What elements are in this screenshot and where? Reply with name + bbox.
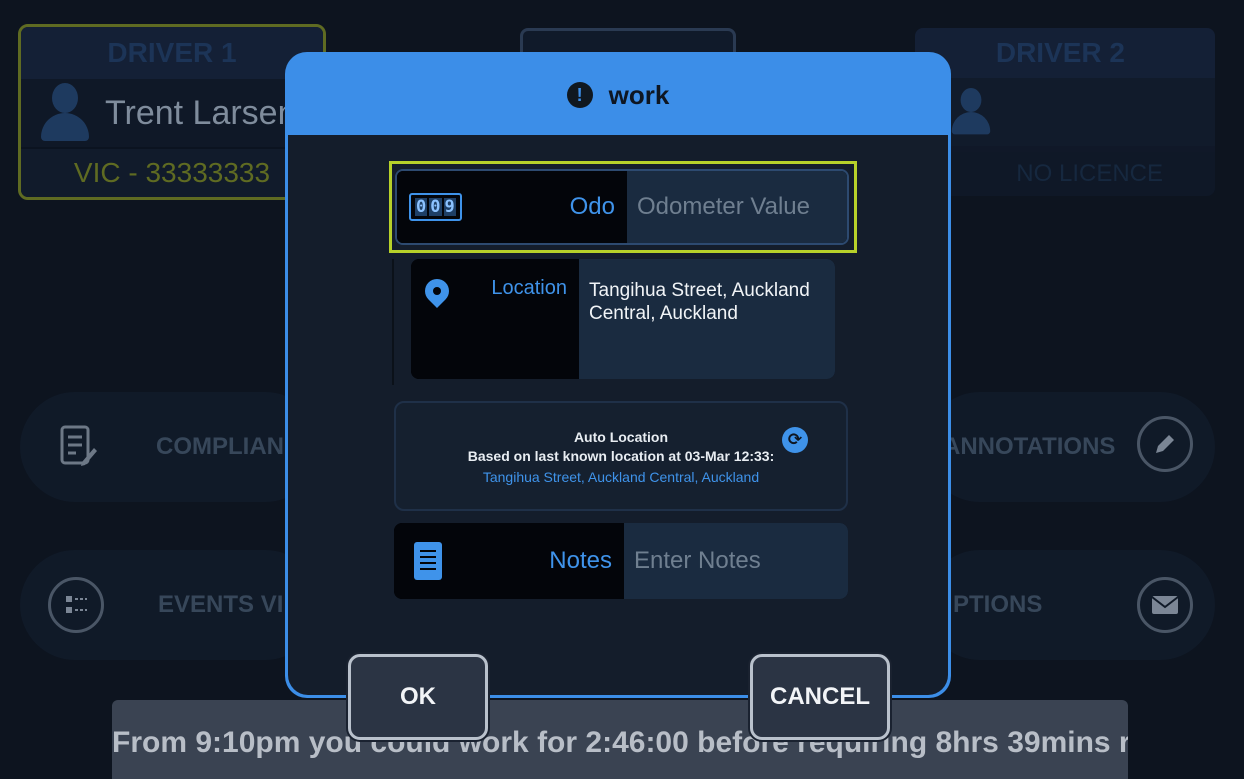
ok-button[interactable]: OK — [348, 654, 488, 740]
pencil-icon — [1137, 416, 1193, 472]
odometer-input-cell[interactable] — [627, 171, 847, 243]
dialog-header: ! work — [288, 55, 948, 135]
mail-icon — [1137, 577, 1193, 633]
events-view-button[interactable]: EVENTS VIE — [20, 550, 320, 660]
notes-input[interactable] — [634, 547, 838, 575]
dialog-title: work — [608, 79, 670, 110]
driver-2-name-row — [915, 78, 1215, 146]
driver-1-card[interactable]: DRIVER 1 Trent Larsen VIC - 33333333 — [18, 24, 326, 200]
driver-2-header: DRIVER 2 — [915, 28, 1215, 78]
refresh-icon[interactable]: ⟳ — [782, 427, 808, 453]
odometer-label-cell: 0 0 9 Odo — [397, 171, 627, 243]
driver-2-card[interactable]: DRIVER 2 NO LICENCE — [915, 28, 1215, 196]
annotations-button[interactable]: ANNOTATIONS — [925, 392, 1215, 502]
list-icon — [48, 577, 104, 633]
odometer-icon: 0 0 9 — [409, 193, 462, 221]
driver-1-licence: VIC - 33333333 — [21, 149, 323, 197]
work-dialog: ! work 0 0 9 Odo Odometer Value Location… — [285, 52, 951, 698]
notes-field[interactable]: Notes — [394, 523, 848, 599]
odometer-icon-digit: 0 — [429, 197, 442, 217]
person-icon — [39, 83, 91, 143]
auto-location-panel[interactable]: Auto Location Based on last known locati… — [394, 401, 848, 511]
map-pin-icon — [425, 279, 449, 319]
document-edit-icon — [50, 419, 106, 475]
cancel-button[interactable]: CANCEL — [750, 654, 890, 740]
location-label: Location — [491, 277, 567, 299]
odometer-icon-digit: 0 — [415, 197, 428, 217]
location-value[interactable]: Tangihua Street, Auckland Central, Auckl… — [579, 259, 835, 379]
events-view-label: EVENTS VIE — [158, 591, 300, 618]
notes-label: Notes — [549, 547, 612, 574]
annotations-label: ANNOTATIONS — [943, 433, 1116, 460]
driver-1-header: DRIVER 1 — [21, 27, 323, 79]
divider — [392, 259, 394, 385]
location-field[interactable]: Location Tangihua Street, Auckland Centr… — [411, 259, 835, 379]
auto-location-address[interactable]: Tangihua Street, Auckland Central, Auckl… — [396, 469, 846, 485]
options-button[interactable]: PTIONS — [925, 550, 1215, 660]
odometer-field[interactable]: 0 0 9 Odo — [395, 169, 849, 245]
person-icon — [950, 88, 992, 136]
driver-2-licence: NO LICENCE — [915, 152, 1215, 196]
app-screen: DRIVER 1 Trent Larsen VIC - 33333333 DRI… — [0, 0, 1244, 779]
location-label-cell: Location — [411, 259, 579, 379]
auto-location-title: Auto Location — [573, 429, 669, 445]
notes-input-cell[interactable] — [624, 523, 848, 599]
auto-location-subtitle: Based on last known location at 03-Mar 1… — [467, 448, 775, 464]
driver-1-name-row: Trent Larsen — [21, 79, 323, 149]
odometer-input[interactable] — [637, 193, 837, 221]
odometer-label: Odo — [569, 193, 615, 220]
dialog-body: 0 0 9 Odo Location Tangihua Street, Auck… — [288, 135, 948, 695]
notes-label-cell: Notes — [394, 523, 624, 599]
notes-icon — [414, 542, 442, 580]
compliance-label: COMPLIANC — [156, 433, 302, 460]
driver-1-name: Trent Larsen — [105, 93, 297, 132]
odometer-icon-digit: 9 — [443, 197, 456, 217]
options-label: PTIONS — [953, 591, 1043, 618]
exclamation-icon: ! — [566, 82, 593, 108]
work-time-banner: From 9:10pm you could work for 2:46:00 b… — [112, 700, 1128, 779]
compliance-button[interactable]: COMPLIANC — [20, 392, 320, 502]
